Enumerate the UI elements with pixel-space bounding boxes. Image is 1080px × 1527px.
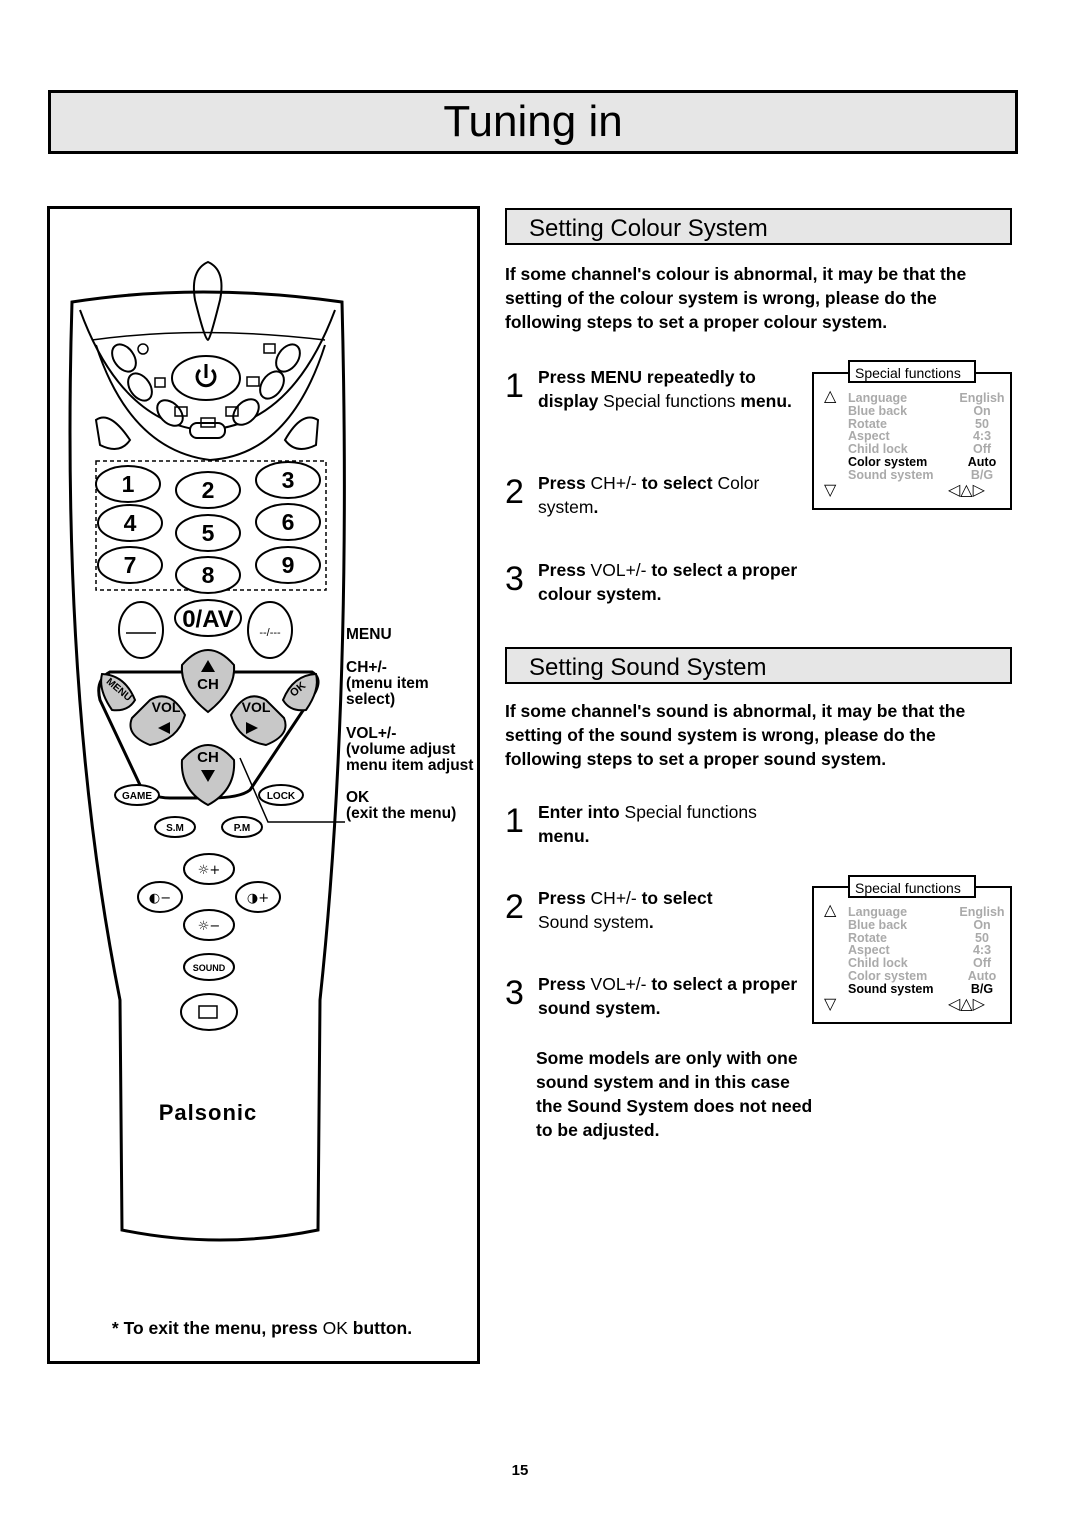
number-key-label: 6 [282,509,295,535]
lock-label: LOCK [267,791,296,802]
vol-callout-desc2: menu item adjust [346,757,474,774]
manual-page: Tuning in 1 2 3 4 5 6 7 8 9 0/AV --/--- … [0,0,1080,1527]
step-text-part: Press [538,560,591,580]
sound-menu-screen: Language English Blue back On Rotate 50 Aspect… [812,886,1012,1024]
vol-callout-desc1: (volume adjust [346,741,456,758]
step-text-part: Special functions [624,802,757,822]
ok-callout-desc: (exit the menu) [346,805,457,822]
ok-callout: OK (exit the menu) [346,790,456,822]
step-text-part: VOL+/- [590,560,647,580]
number-key-label: 3 [282,467,295,493]
number-key-label: 4 [124,510,137,536]
brand-logo: Palsonic [159,1100,257,1125]
brightness-up-icon: ☼+ [198,863,221,878]
ch-callout-title: CH+/- [346,659,387,676]
step-text-part: . [648,912,654,932]
step-number: 2 [505,888,524,926]
zero-av-label: 0/AV [182,606,234,633]
ch-up-label: CH [197,676,219,693]
number-key-label: 5 [202,520,215,546]
vol-callout-title: VOL+/- [346,725,397,742]
step-number: 1 [505,802,524,840]
step-number: 3 [505,560,524,598]
colour-menu-screen: Language English Blue back On Rotate 50 Aspect… [812,372,1012,510]
ch-callout: CH+/- (menu item select) [346,660,429,708]
step-text-part: CH+/- [590,473,637,493]
step-text: Press VOL+/- to select a proper sound sy… [538,972,798,1020]
sound-intro: If some channel's sound is abnormal, it … [505,701,966,769]
remote-control-illustration: 1 2 34 5 67 8 9 0/AV --/--- CH CH VOL VOL ME [68,260,346,1242]
sound-label: SOUND [193,963,226,973]
sound-menu-title: Special functions [848,875,976,898]
vol-callout: VOL+/- (volume adjust menu item adjust [346,726,473,774]
step-text-part: . [593,497,599,517]
brightness-down-icon: ☼− [198,919,221,934]
colour-menu-title: Special functions [848,360,976,383]
adjust-arrows-icon: ◁△▷ [948,996,985,1013]
game-label: GAME [122,791,152,802]
menu-row-value: On [973,403,991,418]
vol-up-label: VOL [242,699,271,715]
step-text-part: Special functions [603,391,736,411]
contrast-up-icon: ◑+ [247,891,269,906]
exit-menu-note: * To exit the menu, press OK button. [111,1318,413,1338]
number-key-label: 7 [124,552,137,578]
menu-row-label: Sound system [848,467,934,482]
page-up-icon: △ [824,388,837,405]
page-title: Tuning in [48,90,1018,154]
step-text: Press VOL+/- to select a proper colour s… [538,558,798,606]
colour-heading: Setting Colour System [505,208,1012,245]
page-down-icon: ▽ [824,996,837,1013]
step-number: 2 [505,473,524,511]
step-text: Press MENU repeatedly to display Special… [538,365,798,413]
menu-row-label: Sound system [848,981,934,996]
menu-row-value: On [973,917,991,932]
pm-label: P.M [234,823,251,834]
step-text-part: menu. [735,391,792,411]
step-text-part: to select [636,473,718,493]
number-key-label: 1 [122,471,135,497]
step-text: Press CH+/- to select Color system. [538,471,798,519]
step-text-part: CH+/- [590,888,637,908]
step-number: 1 [505,367,524,405]
ch-callout-desc2: select) [346,691,396,708]
colour-intro: If some channel's colour is abnormal, it… [505,264,967,332]
menu-callout: MENU [346,626,392,643]
step-text-part: VOL+/- [590,974,647,994]
step-text-part: Enter into [538,802,625,822]
contrast-down-icon: ◐− [149,891,171,906]
swap-button[interactable] [118,601,164,659]
step-text-part: menu. [538,826,590,846]
step-number: 3 [505,974,524,1012]
page-down-icon: ▽ [824,482,837,499]
step-text-part: Sound system [538,912,649,932]
step-text: Press CH+/- to select Sound system. [538,886,738,934]
ch-down-label: CH [197,749,219,766]
sound-heading: Setting Sound System [505,647,1012,684]
step-text: Enter into Special functions menu. [538,800,798,848]
dash-label: --/--- [259,627,281,639]
sm-label: S.M [166,823,184,834]
page-up-icon: △ [824,902,837,919]
step-text-part: Press [538,974,591,994]
vol-down-label: VOL [152,699,181,715]
step-text-part: Press [538,473,591,493]
step-text-part: Press [538,888,591,908]
remote-panel: 123456789 0/AV --/--- CH CH VOL VOL MENU… [47,206,480,1364]
ch-callout-desc1: (menu item [346,675,429,692]
number-key-label: 2 [202,477,215,503]
page-number: 15 [511,1462,529,1479]
ok-callout-title: OK [346,789,370,806]
step-text-part: to select [636,888,713,908]
adjust-arrows-icon: ◁△▷ [948,482,985,499]
screen-button[interactable] [180,993,238,1031]
number-key-label: 8 [202,562,215,588]
sound-note: Some models are only with one sound syst… [536,1048,813,1140]
number-key-label: 9 [282,552,295,578]
